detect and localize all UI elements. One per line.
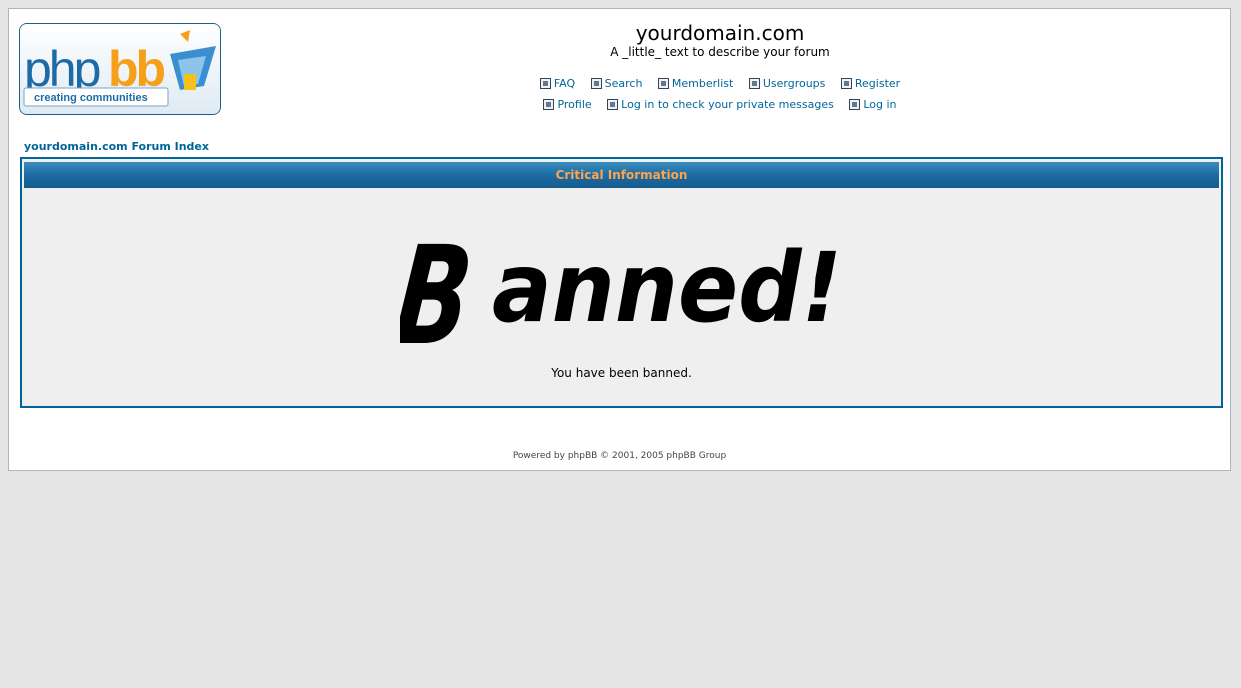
nav-search-label: Search [604, 77, 643, 90]
faq-icon [539, 78, 551, 89]
nav-login-label: Log in [863, 98, 897, 111]
nav-usergroups-link[interactable]: Usergroups [748, 74, 826, 93]
login-icon [849, 99, 861, 110]
nav-private-messages-link[interactable]: Log in to check your private messages [607, 95, 834, 114]
usergroups-icon [748, 78, 760, 89]
profile-icon [543, 99, 555, 110]
nav-private-messages-label: Log in to check your private messages [621, 98, 834, 111]
banned-graphic: B anned! [400, 225, 842, 349]
nav-usergroups-label: Usergroups [762, 77, 826, 90]
phpbb-logo-graphic: php bb creating communities [20, 24, 220, 114]
nav-register-link[interactable]: Register [840, 74, 901, 93]
nav-row-1: FAQ Search Memberlist Usergroups Registe… [309, 74, 1131, 95]
nav-register-label: Register [854, 77, 901, 90]
nav-memberlist-link[interactable]: Memberlist [657, 74, 734, 93]
phpbb-logo[interactable]: php bb creating communities [19, 23, 221, 115]
forum-index-breadcrumb[interactable]: yourdomain.com Forum Index [24, 140, 209, 153]
site-title[interactable]: yourdomain.com [309, 21, 1131, 45]
site-header: yourdomain.com A _little_ text to descri… [309, 21, 1131, 116]
search-icon [590, 78, 602, 89]
banned-message: You have been banned. [551, 366, 692, 380]
nav-memberlist-label: Memberlist [671, 77, 734, 90]
nav-faq-label: FAQ [553, 77, 576, 90]
nav-profile-label: Profile [557, 98, 592, 111]
main-nav: FAQ Search Memberlist Usergroups Registe… [309, 74, 1131, 116]
page-container: php bb creating communities yourdomain.c… [8, 8, 1231, 471]
svg-text:creating communities: creating communities [34, 92, 148, 104]
nav-search-link[interactable]: Search [590, 74, 643, 93]
footer-powered-by: Powered by phpBB © 2001, 2005 phpBB Grou… [512, 451, 727, 461]
nav-row-2: Profile Log in to check your private mes… [309, 95, 1131, 116]
banned-graphic-letter-b: B [400, 225, 479, 349]
nav-faq-link[interactable]: FAQ [539, 74, 576, 93]
messages-icon [607, 99, 619, 110]
nav-profile-link[interactable]: Profile [543, 95, 592, 114]
memberlist-icon [657, 78, 669, 89]
nav-login-link[interactable]: Log in [849, 95, 897, 114]
panel-title: Critical Information [24, 162, 1219, 188]
register-icon [840, 78, 852, 89]
critical-information-panel: Critical Information B anned! You have b… [20, 157, 1223, 408]
banned-graphic-rest: anned! [492, 232, 842, 344]
site-description: A _little_ text to describe your forum [610, 45, 830, 59]
